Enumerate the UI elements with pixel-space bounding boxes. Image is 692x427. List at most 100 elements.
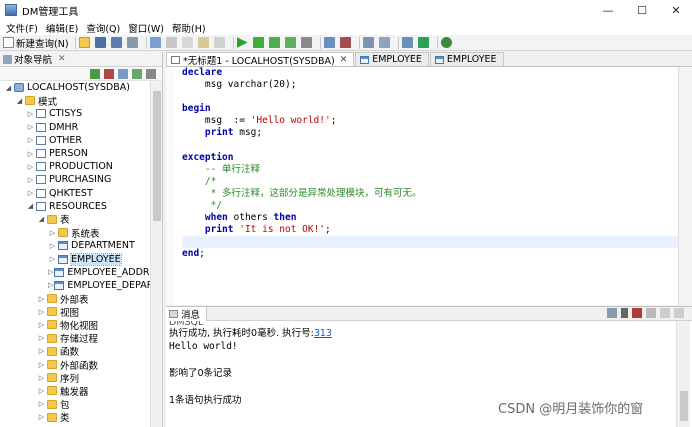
collapsed-arrow-icon[interactable]: ▷ — [48, 255, 57, 263]
collapsed-arrow-icon[interactable]: ▷ — [37, 334, 46, 342]
sql-editor[interactable]: declare msg varchar(20); begin msg := 'H… — [166, 67, 692, 305]
tree-item[interactable]: ▷ OTHER — [0, 134, 150, 147]
minimize-panel-icon[interactable] — [660, 308, 670, 318]
code-line[interactable]: */ — [182, 200, 688, 212]
collapsed-arrow-icon[interactable]: ▷ — [37, 295, 46, 303]
tree-item[interactable]: ▷ 触发器 — [0, 384, 150, 398]
message-scrollbar[interactable] — [676, 321, 690, 427]
navigator-close-icon[interactable]: ✕ — [58, 54, 66, 64]
code-line[interactable]: -- 单行注释 — [182, 164, 688, 176]
bug-button[interactable] — [440, 36, 454, 50]
view-menu-icon[interactable] — [146, 68, 156, 79]
expanded-arrow-icon[interactable]: ◢ — [37, 215, 46, 223]
editor-tab[interactable]: EMPLOYEE — [429, 52, 504, 66]
navigator-scrollbar[interactable] — [150, 81, 162, 427]
redo-button[interactable] — [165, 36, 179, 50]
message-tab[interactable]: 消息 — [166, 306, 208, 321]
comment-button[interactable] — [378, 36, 392, 50]
tree-item[interactable]: ▷ EMPLOYEE — [0, 252, 150, 266]
commit-button[interactable] — [323, 36, 337, 50]
collapsed-arrow-icon[interactable]: ▷ — [37, 387, 46, 395]
tree-item[interactable]: ▷ 存储过程 — [0, 332, 150, 345]
pin-icon[interactable] — [646, 308, 656, 318]
refresh-icon[interactable] — [118, 68, 128, 79]
execution-id-link[interactable]: 313 — [314, 328, 332, 339]
expanded-arrow-icon[interactable]: ◢ — [15, 97, 24, 105]
code-line[interactable]: msg := 'Hello world!'; — [182, 115, 688, 127]
format-button[interactable] — [362, 36, 376, 50]
tree-item[interactable]: ▷ EMPLOYEE_DEPART — [0, 279, 150, 292]
collapsed-arrow-icon[interactable]: ▷ — [48, 268, 53, 276]
tree-item[interactable]: ▷ 类 — [0, 411, 150, 424]
close-button[interactable]: ✕ — [656, 0, 692, 20]
dropdown-icon[interactable] — [621, 308, 628, 318]
tree-item[interactable]: ▷ 物化视图 — [0, 318, 150, 332]
collapsed-arrow-icon[interactable]: ▷ — [37, 321, 46, 329]
clear-icon[interactable] — [632, 308, 642, 318]
code-line[interactable]: end; — [182, 248, 688, 260]
tree-item[interactable]: ◢ RESOURCES — [0, 200, 150, 213]
collapsed-arrow-icon[interactable]: ▷ — [37, 374, 46, 382]
new-query-button[interactable]: 新建查询(N) — [3, 36, 69, 50]
tab-close-icon[interactable]: ✕ — [340, 55, 348, 65]
code-line[interactable]: * 多行注释，这部分是异常处理模块，可有可无。 — [182, 188, 688, 200]
tree-item[interactable]: ▷ CTISYS — [0, 107, 150, 120]
collapsed-arrow-icon[interactable]: ▷ — [48, 229, 57, 237]
maximize-panel-icon[interactable] — [674, 308, 684, 318]
collapsed-arrow-icon[interactable]: ▷ — [26, 163, 35, 171]
collapsed-arrow-icon[interactable]: ▷ — [48, 242, 57, 250]
tree-item[interactable]: ▷ DMHR — [0, 121, 150, 134]
stop-button[interactable] — [300, 36, 314, 50]
execute-script-button[interactable] — [252, 36, 266, 50]
code-line[interactable] — [182, 236, 688, 249]
code-line[interactable]: print msg; — [182, 127, 688, 139]
code-line[interactable] — [182, 91, 688, 103]
console-view-icon[interactable] — [607, 308, 617, 318]
menu-window[interactable]: 窗口(W) — [124, 21, 168, 35]
menu-edit[interactable]: 编辑(E) — [42, 21, 82, 35]
code-line[interactable]: msg varchar(20); — [182, 79, 688, 91]
filter-icon[interactable] — [132, 68, 142, 79]
execute-button[interactable] — [236, 36, 250, 50]
editor-scrollbar[interactable] — [678, 67, 692, 305]
save-all-button[interactable] — [110, 36, 124, 50]
navigator-scroll-thumb[interactable] — [153, 91, 161, 221]
code-line[interactable]: exception — [182, 152, 688, 164]
run-debug-button[interactable] — [417, 36, 431, 50]
tree-item[interactable]: ▷ 视图 — [0, 305, 150, 319]
tree-item[interactable]: ▷ 序列 — [0, 371, 150, 385]
tree-item[interactable]: ◢ 模式 — [0, 94, 150, 108]
code-line[interactable] — [182, 140, 688, 152]
debug-button[interactable] — [401, 36, 415, 50]
explain-button[interactable] — [284, 36, 298, 50]
tree-item[interactable]: ▷ 外部函数 — [0, 358, 150, 372]
open-button[interactable] — [78, 36, 92, 50]
message-scroll-thumb[interactable] — [680, 391, 688, 421]
paste-button[interactable] — [197, 36, 211, 50]
rollback-button[interactable] — [339, 36, 353, 50]
disconnect-icon[interactable] — [104, 68, 114, 79]
collapsed-arrow-icon[interactable]: ▷ — [26, 110, 35, 118]
menu-query[interactable]: 查询(Q) — [82, 21, 124, 35]
print-button[interactable] — [126, 36, 140, 50]
connect-icon[interactable] — [90, 68, 100, 79]
cut-button[interactable] — [213, 36, 227, 50]
code-line[interactable]: declare — [182, 67, 688, 79]
tree-item[interactable]: ▷ PERSON — [0, 147, 150, 160]
collapsed-arrow-icon[interactable]: ▷ — [48, 281, 53, 289]
collapsed-arrow-icon[interactable]: ▷ — [26, 150, 35, 158]
collapsed-arrow-icon[interactable]: ▷ — [26, 136, 35, 144]
code-line[interactable]: begin — [182, 103, 688, 115]
code-line[interactable]: print 'It is not OK!'; — [182, 224, 688, 236]
tree-item[interactable]: ▷ PRODUCTION — [0, 160, 150, 173]
tree-item[interactable]: ▷ DEPARTMENT — [0, 239, 150, 252]
collapsed-arrow-icon[interactable]: ▷ — [26, 123, 35, 131]
collapsed-arrow-icon[interactable]: ▷ — [37, 347, 46, 355]
save-button[interactable] — [94, 36, 108, 50]
collapsed-arrow-icon[interactable]: ▷ — [26, 189, 35, 197]
collapsed-arrow-icon[interactable]: ▷ — [37, 400, 46, 408]
tree-item[interactable]: ▷ 系统表 — [0, 226, 150, 240]
undo-button[interactable] — [149, 36, 163, 50]
tree-item[interactable]: ◢ LOCALHOST(SYSDBA) — [0, 81, 150, 94]
tree-item[interactable]: ▷ EMPLOYEE_ADDRE — [0, 266, 150, 279]
